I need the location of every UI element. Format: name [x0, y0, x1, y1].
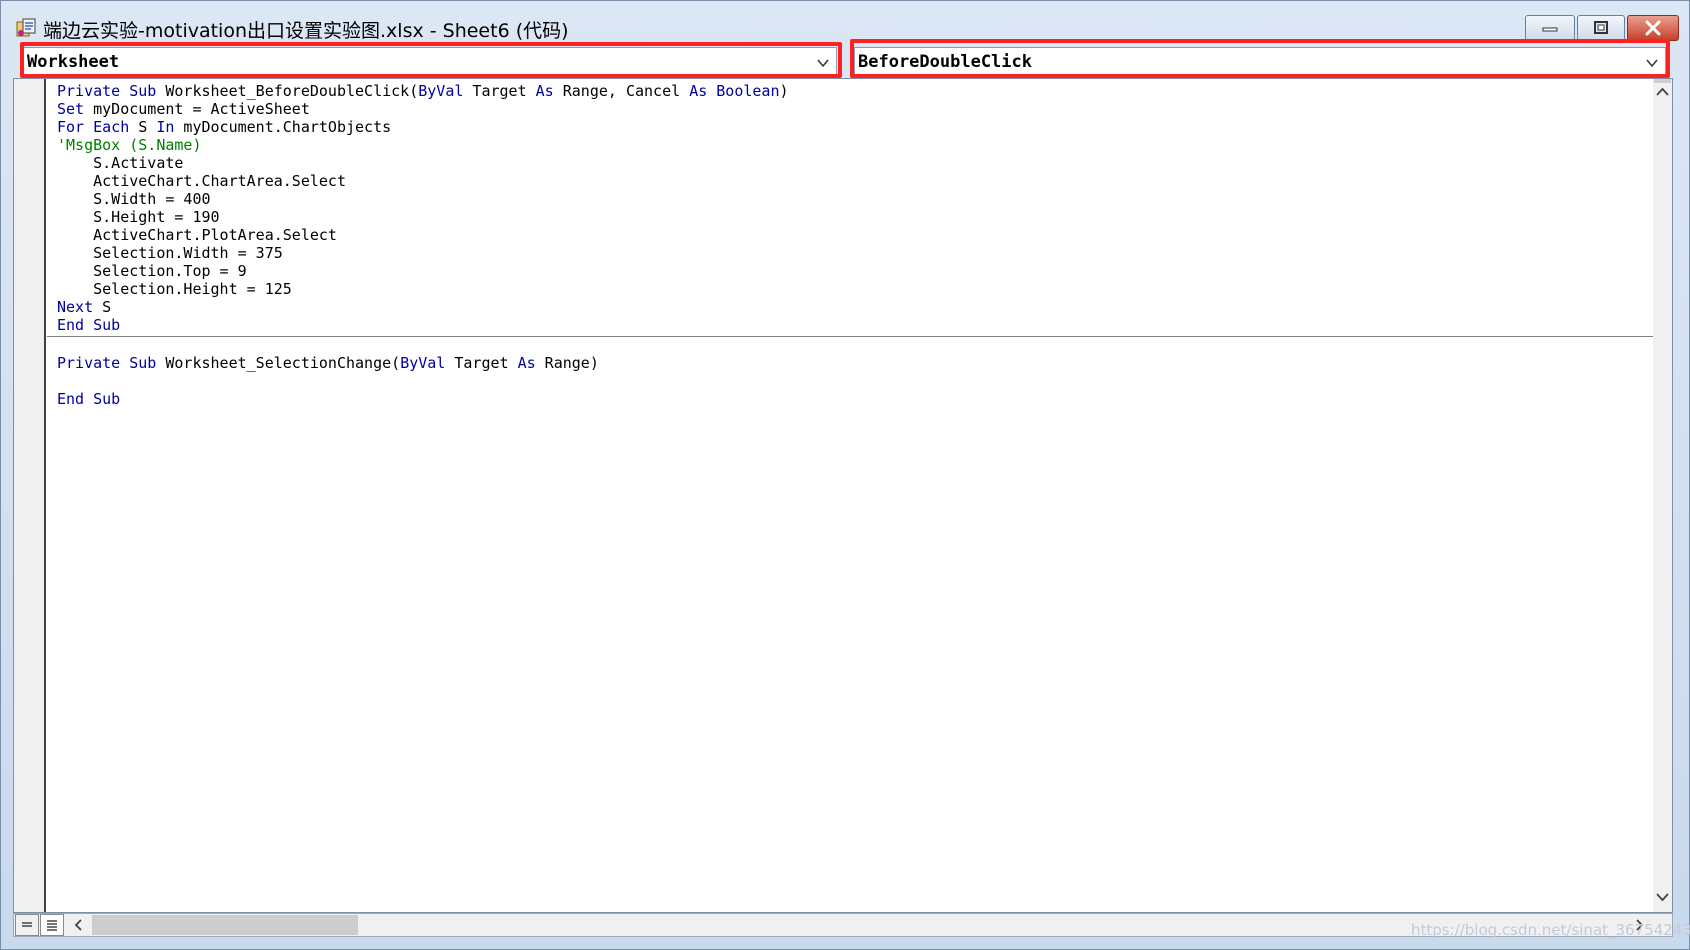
- scroll-up-icon[interactable]: [1655, 85, 1670, 100]
- minimize-icon: [1542, 27, 1558, 32]
- code-text: Selection.Width = 375: [57, 244, 283, 262]
- code-line[interactable]: S.Height = 190: [57, 208, 220, 226]
- vba-code-window: 端边云实验-motivation出口设置实验图.xlsx - Sheet6 (代…: [0, 0, 1690, 950]
- code-line[interactable]: For Each S In myDocument.ChartObjects: [57, 118, 391, 136]
- code-text: Selection.Height = 125: [57, 280, 292, 298]
- code-line[interactable]: S.Activate: [57, 154, 183, 172]
- code-text: myDocument.ChartObjects: [174, 118, 392, 136]
- vba-project-icon: [16, 18, 36, 37]
- code-keyword: Set: [57, 100, 85, 118]
- object-combo-value: Worksheet: [27, 52, 120, 72]
- full-module-view-button[interactable]: [40, 914, 64, 936]
- code-line[interactable]: End Sub: [57, 390, 120, 408]
- code-line[interactable]: 'MsgBox (S.Name): [57, 136, 202, 154]
- scroll-left-icon[interactable]: [72, 918, 86, 932]
- watermark-text: https://blog.csdn.net/sinat_36754243: [1411, 921, 1690, 939]
- procedure-view-button[interactable]: [15, 914, 39, 936]
- code-line[interactable]: Next S: [57, 298, 111, 316]
- code-text: Worksheet_SelectionChange(: [165, 354, 401, 372]
- code-line[interactable]: ActiveChart.ChartArea.Select: [57, 172, 346, 190]
- code-keyword: Private Sub: [57, 354, 166, 372]
- code-editor[interactable]: Private Sub Worksheet_BeforeDoubleClick(…: [13, 78, 1673, 913]
- code-line[interactable]: Private Sub Worksheet_BeforeDoubleClick(…: [57, 82, 789, 100]
- maximize-icon: [1594, 21, 1608, 34]
- procedure-view-icon: [22, 922, 32, 927]
- code-keyword: As: [517, 354, 536, 372]
- code-keyword: For Each: [57, 118, 130, 136]
- minimize-button[interactable]: [1525, 15, 1575, 41]
- code-text: S.Activate: [57, 154, 184, 172]
- code-line[interactable]: Selection.Width = 375: [57, 244, 283, 262]
- procedure-combo[interactable]: BeforeDoubleClick: [854, 47, 1666, 77]
- code-text: S.Width = 400: [57, 190, 211, 208]
- code-text: ActiveChart.PlotArea.Select: [57, 226, 337, 244]
- scroll-down-icon[interactable]: [1655, 889, 1670, 904]
- title-bar[interactable]: 端边云实验-motivation出口设置实验图.xlsx - Sheet6 (代…: [1, 1, 1689, 43]
- code-keyword: End Sub: [57, 390, 121, 408]
- vertical-scroll-thumb[interactable]: [1654, 79, 1671, 83]
- code-text: Target: [463, 82, 536, 100]
- code-text: myDocument = ActiveSheet: [84, 100, 310, 118]
- code-line[interactable]: End Sub: [57, 316, 120, 334]
- code-text: Worksheet_BeforeDoubleClick(: [165, 82, 419, 100]
- code-keyword: As: [535, 82, 554, 100]
- code-text: S: [129, 118, 157, 136]
- code-line[interactable]: Private Sub Worksheet_SelectionChange(By…: [57, 354, 599, 372]
- code-text: ): [779, 82, 789, 100]
- code-text: Selection.Top = 9: [57, 262, 247, 280]
- code-text: Range): [535, 354, 599, 372]
- full-module-view-icon: [47, 920, 57, 931]
- code-text: Range, Cancel: [553, 82, 690, 100]
- code-line[interactable]: Selection.Height = 125: [57, 280, 292, 298]
- object-combo[interactable]: Worksheet: [23, 47, 837, 77]
- window-title: 端边云实验-motivation出口设置实验图.xlsx - Sheet6 (代…: [43, 20, 569, 42]
- close-icon: [1645, 20, 1661, 36]
- code-text: S.Height = 190: [57, 208, 220, 226]
- code-line[interactable]: Set myDocument = ActiveSheet: [57, 100, 310, 118]
- maximize-button[interactable]: [1577, 15, 1625, 41]
- code-keyword: Next: [57, 298, 94, 316]
- close-button[interactable]: [1627, 15, 1679, 41]
- horizontal-scroll-thumb[interactable]: [92, 915, 358, 935]
- code-keyword: End Sub: [57, 316, 121, 334]
- chevron-down-icon[interactable]: [816, 56, 830, 70]
- code-keyword: As: [689, 82, 708, 100]
- code-text: ActiveChart.ChartArea.Select: [57, 172, 346, 190]
- code-comment: 'MsgBox (S.Name): [57, 136, 202, 154]
- vertical-scrollbar[interactable]: [1653, 79, 1672, 912]
- code-text: S: [93, 298, 112, 316]
- procedure-separator: [47, 336, 1655, 337]
- code-line[interactable]: S.Width = 400: [57, 190, 211, 208]
- code-keyword: ByVal: [418, 82, 464, 100]
- indicator-margin[interactable]: [14, 79, 46, 912]
- code-line[interactable]: Selection.Top = 9: [57, 262, 247, 280]
- chevron-down-icon[interactable]: [1645, 56, 1659, 70]
- code-keyword: ByVal: [400, 354, 446, 372]
- code-keyword: Private Sub: [57, 82, 166, 100]
- code-pane[interactable]: Private Sub Worksheet_BeforeDoubleClick(…: [47, 79, 1655, 912]
- procedure-combo-value: BeforeDoubleClick: [858, 52, 1032, 72]
- code-text: Target: [445, 354, 518, 372]
- code-keyword: In: [156, 118, 175, 136]
- code-keyword: Boolean: [716, 82, 780, 100]
- code-line[interactable]: ActiveChart.PlotArea.Select: [57, 226, 337, 244]
